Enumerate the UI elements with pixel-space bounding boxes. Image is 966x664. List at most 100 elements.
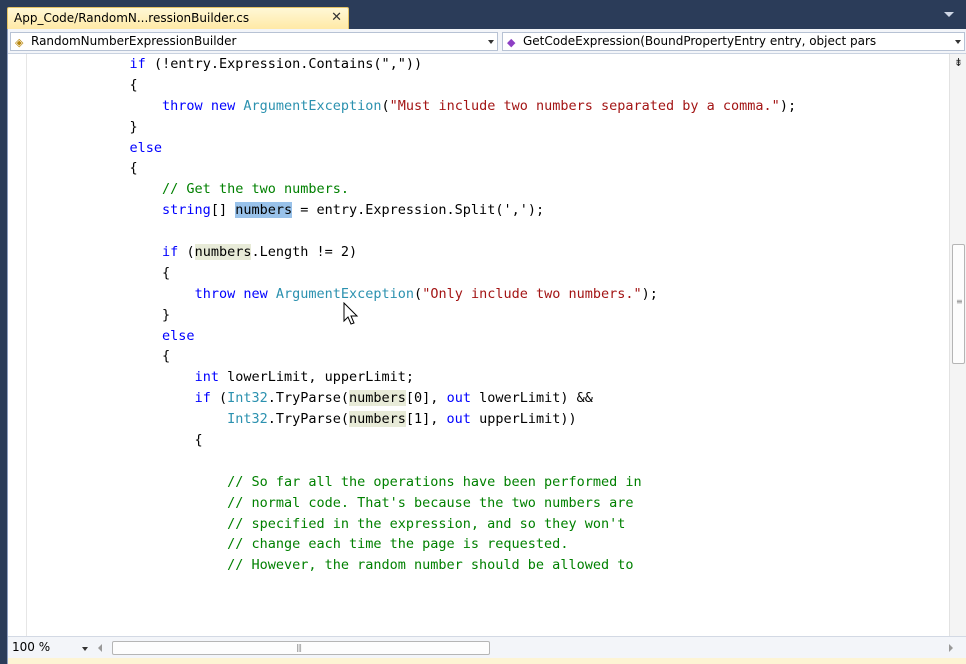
code-token: (	[178, 244, 195, 261]
code-token: }	[32, 118, 138, 135]
type-dropdown[interactable]: ◈ RandomNumberExpressionBuilder	[10, 32, 498, 51]
code-token: {	[32, 160, 138, 177]
code-token: []	[210, 202, 236, 219]
chevron-down-icon[interactable]	[488, 40, 494, 44]
code-line[interactable]: else	[32, 326, 796, 347]
split-handle-icon[interactable]: ⇟	[952, 56, 965, 70]
code-line[interactable]: string[] numbers = entry.Expression.Spli…	[32, 200, 796, 221]
code-token: upperLimit))	[470, 411, 577, 428]
code-token: ArgumentException	[243, 97, 382, 114]
code-token: // normal code. That's because the two n…	[227, 494, 634, 511]
code-line[interactable]: int lowerLimit, upperLimit;	[32, 367, 796, 388]
code-line[interactable]	[32, 221, 796, 242]
code-line[interactable]: if (!entry.Expression.Contains(","))	[32, 54, 796, 75]
highlighted-reference: numbers	[194, 244, 252, 261]
code-token: // So far all the operations have been p…	[227, 473, 642, 490]
scroll-left-icon[interactable]	[98, 644, 102, 652]
code-token: "Only include two numbers."	[422, 285, 642, 302]
code-token: if	[129, 56, 146, 72]
code-token: ArgumentException	[275, 285, 415, 302]
code-line[interactable]: {	[32, 263, 796, 284]
status-strip	[8, 658, 966, 664]
code-line[interactable]: Int32.TryParse(numbers[1], out upperLimi…	[32, 409, 796, 430]
code-line[interactable]: // Get the two numbers.	[32, 179, 796, 200]
code-text-area[interactable]: if (!entry.Expression.Contains(",")) { t…	[8, 54, 949, 636]
code-line[interactable]: {	[32, 346, 796, 367]
code-token: }	[32, 306, 171, 323]
code-line[interactable]: // However, the random number should be …	[32, 555, 796, 576]
code-line[interactable]: // change each time the page is requeste…	[32, 534, 796, 555]
code-token: new	[243, 285, 268, 302]
code-token: // specified in the expression, and so t…	[227, 515, 626, 532]
horizontal-scrollbar[interactable]: |||	[98, 640, 953, 656]
code-token: if	[162, 244, 179, 261]
tab-list-dropdown-icon[interactable]	[944, 12, 954, 17]
code-token: else	[129, 139, 163, 156]
type-dropdown-label: RandomNumberExpressionBuilder	[31, 34, 237, 48]
document-tab-strip: App_Code/RandomN...ressionBuilder.cs ✕	[0, 0, 966, 29]
code-line[interactable]	[32, 451, 796, 472]
code-token: // However, the random number should be …	[227, 557, 634, 574]
code-line[interactable]: // specified in the expression, and so t…	[32, 514, 796, 535]
code-token: Int32	[227, 411, 268, 428]
code-token: {	[32, 348, 171, 365]
code-line[interactable]: }	[32, 305, 796, 326]
code-token: int	[194, 369, 219, 386]
vertical-scrollbar[interactable]: ⇟ ≡	[949, 54, 966, 636]
code-line[interactable]: if (numbers.Length != 2)	[32, 242, 796, 263]
code-token: throw	[194, 285, 236, 302]
zoom-dropdown[interactable]: 100 %	[12, 640, 96, 656]
method-icon: ◆	[507, 36, 516, 49]
scroll-right-icon[interactable]	[949, 644, 953, 652]
code-line[interactable]: throw new ArgumentException("Must includ…	[32, 96, 796, 117]
code-token: {	[32, 432, 203, 449]
editor-bottom-bar: 100 % |||	[8, 636, 966, 658]
code-token: new	[210, 97, 236, 114]
document-tab[interactable]: App_Code/RandomN...ressionBuilder.cs ✕	[7, 7, 349, 29]
code-token: throw	[162, 97, 203, 114]
grip-icon: ≡	[956, 297, 963, 306]
code-token: (	[414, 285, 423, 302]
horizontal-scroll-thumb[interactable]: |||	[112, 641, 490, 655]
code-line[interactable]: {	[32, 158, 796, 179]
code-line[interactable]: // normal code. That's because the two n…	[32, 493, 796, 514]
code-token: .Length != 2)	[251, 244, 358, 261]
code-line[interactable]: // So far all the operations have been p…	[32, 472, 796, 493]
code-token: // change each time the page is requeste…	[227, 536, 569, 553]
zoom-label: 100 %	[12, 640, 51, 654]
close-icon[interactable]: ✕	[331, 10, 342, 25]
code-line[interactable]: if (Int32.TryParse(numbers[0], out lower…	[32, 388, 796, 409]
code-token: );	[641, 285, 658, 302]
member-dropdown[interactable]: ◆ GetCodeExpression(BoundPropertyEntry e…	[502, 32, 965, 51]
code-line[interactable]: else	[32, 138, 796, 159]
code-line[interactable]: throw new ArgumentException("Only includ…	[32, 284, 796, 305]
source-code[interactable]: if (!entry.Expression.Contains(",")) { t…	[32, 54, 797, 576]
vertical-scroll-thumb[interactable]: ≡	[952, 244, 965, 364]
chevron-down-icon[interactable]	[82, 647, 88, 651]
member-dropdown-label: GetCodeExpression(BoundPropertyEntry ent…	[523, 34, 877, 48]
code-line[interactable]: {	[32, 430, 796, 451]
code-token: [0],	[405, 390, 447, 407]
code-token: out	[446, 411, 471, 428]
code-line[interactable]: }	[32, 117, 796, 138]
code-token: lowerLimit) &&	[470, 390, 593, 407]
code-token: "Must include two numbers separated by a…	[389, 97, 780, 114]
code-token: // Get the two numbers.	[162, 181, 349, 198]
code-editor: ◈ RandomNumberExpressionBuilder ◆ GetCod…	[7, 29, 966, 664]
code-line[interactable]: {	[32, 75, 796, 96]
navigation-bar: ◈ RandomNumberExpressionBuilder ◆ GetCod…	[8, 29, 966, 54]
chevron-down-icon[interactable]	[955, 40, 961, 44]
code-token: (	[210, 390, 228, 407]
grip-icon: |||	[296, 643, 302, 652]
code-token: );	[527, 202, 545, 219]
